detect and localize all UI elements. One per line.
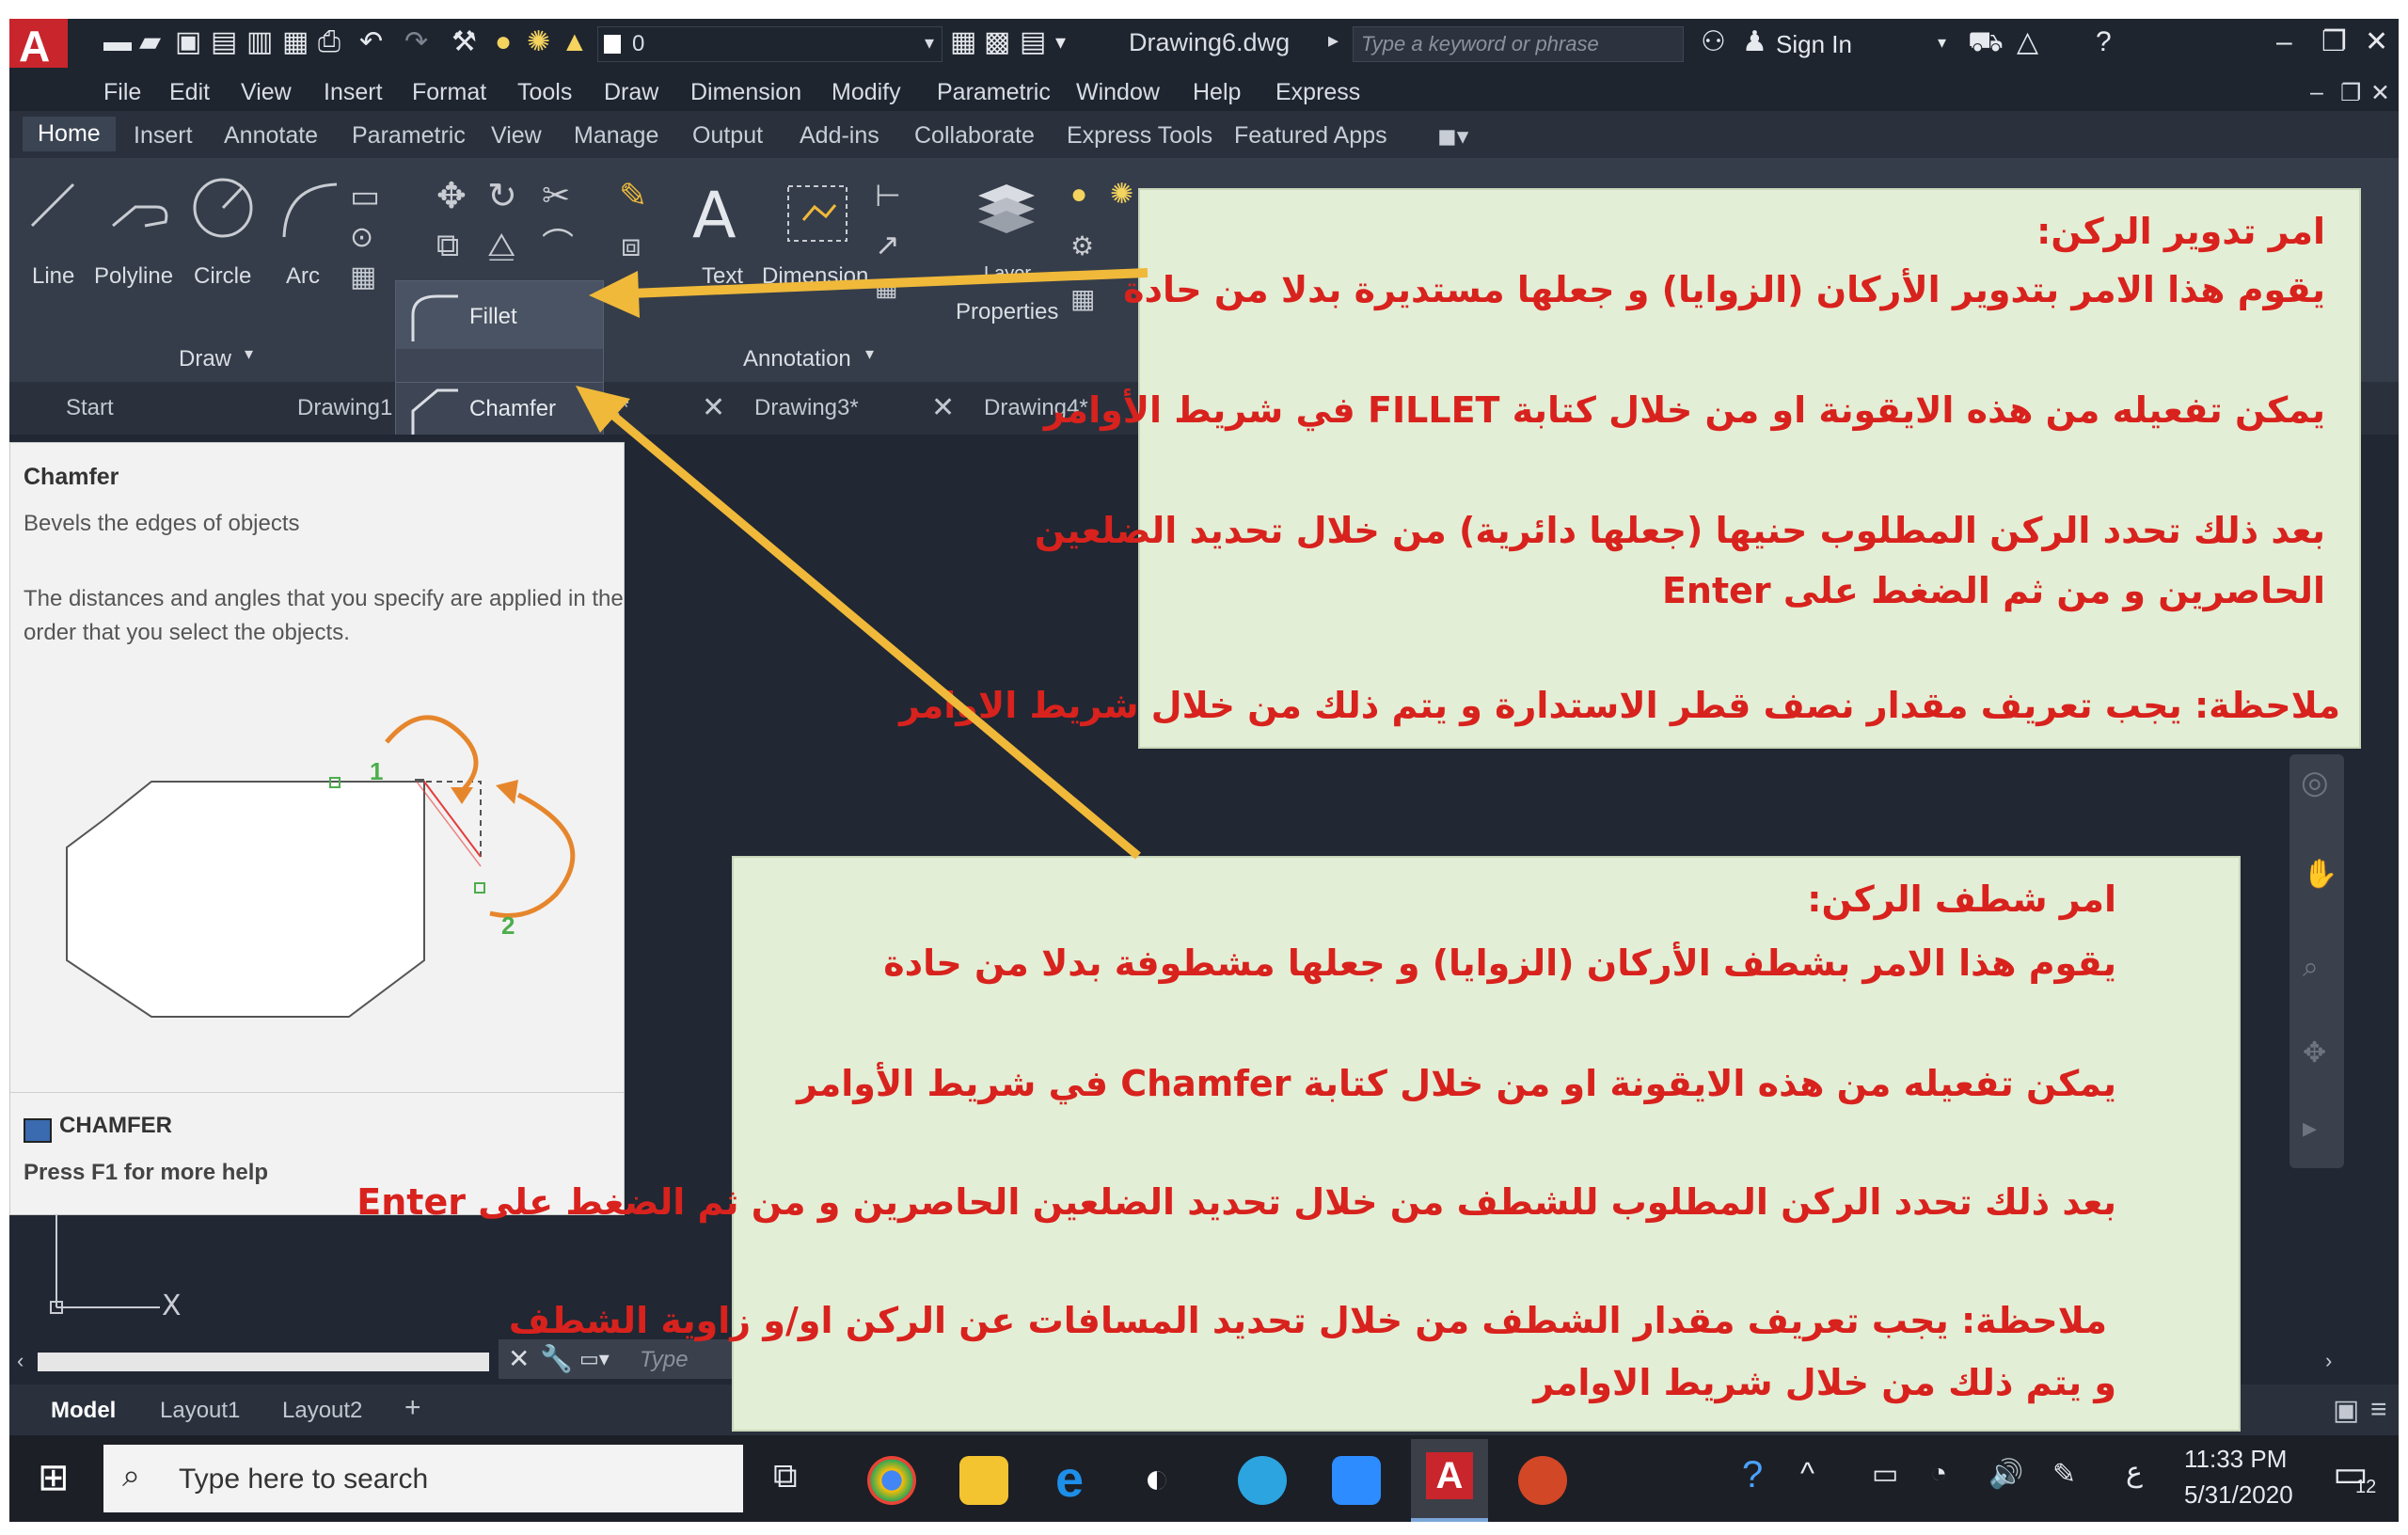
annotation-arrows xyxy=(576,268,1149,860)
autocad-window: A ▬ ▰ ▣ ▤ ▥ ▦ ⎙ ↶ ↷ ⚒ ● ✺ ▲ 0 ▾ ▦ ▩ ▤ ▾ … xyxy=(9,19,2399,1522)
fillet-arrowhead xyxy=(589,271,640,318)
fillet-arrow xyxy=(629,268,1149,298)
chamfer-arrow xyxy=(609,410,1141,860)
